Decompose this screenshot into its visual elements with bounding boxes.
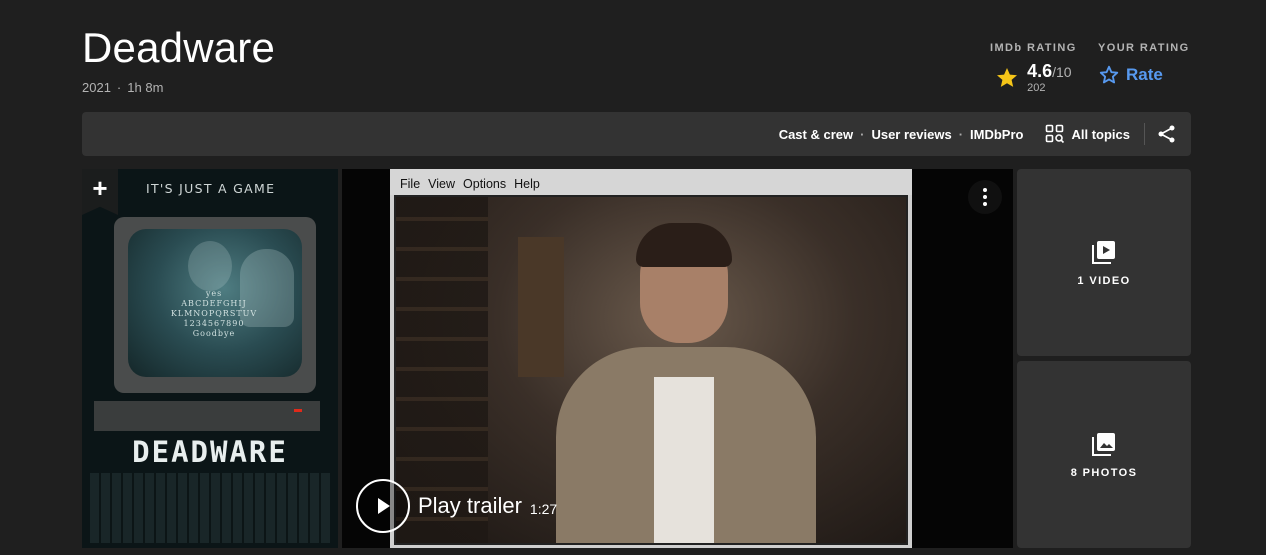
- poster-title: DEADWARE: [132, 435, 288, 469]
- share-icon[interactable]: [1157, 124, 1177, 144]
- play-trailer-label: Play trailer: [418, 493, 522, 518]
- all-topics-button[interactable]: All topics: [1045, 124, 1130, 144]
- play-trailer-button[interactable]: Play trailer 1:27: [356, 479, 557, 533]
- runtime: 1h 8m: [127, 80, 164, 95]
- menu-help: Help: [514, 177, 540, 191]
- trailer-player[interactable]: File View Options Help Play trailer 1:27: [342, 169, 1013, 548]
- page-title: Deadware: [82, 24, 276, 71]
- rate-button[interactable]: Rate: [1098, 64, 1190, 86]
- menu-options: Options: [463, 177, 507, 191]
- rate-label: Rate: [1126, 65, 1163, 84]
- cast-crew-link[interactable]: Cast & crew: [779, 127, 853, 142]
- star-icon: [997, 68, 1018, 87]
- video-more-options-button[interactable]: [968, 180, 1002, 214]
- play-icon: [356, 479, 410, 533]
- add-to-watchlist-button[interactable]: +: [82, 169, 118, 215]
- subnav-separator: ·: [958, 126, 964, 142]
- videos-tile[interactable]: 1 VIDEO: [1017, 169, 1191, 356]
- poster-tagline: IT'S JUST A GAME: [146, 181, 276, 196]
- release-year[interactable]: 2021: [82, 80, 111, 95]
- menu-view: View: [428, 177, 456, 191]
- videos-count: 1 VIDEO: [1077, 274, 1131, 287]
- video-library-icon: [1092, 240, 1115, 264]
- poster-monitor: yes ABCDEFGHIJ KLMNOPQRSTUV 1234567890 G…: [114, 217, 316, 393]
- photo-library-icon: [1092, 432, 1115, 456]
- photos-count: 8 PHOTOS: [1070, 466, 1138, 479]
- plus-icon: +: [92, 173, 108, 203]
- your-rating-block: YOUR RATING Rate: [1098, 42, 1190, 86]
- subnav-separator: ·: [860, 126, 865, 142]
- meta-separator: ·: [116, 80, 122, 95]
- user-reviews-link[interactable]: User reviews: [871, 127, 951, 142]
- imdb-rating-label: IMDb RATING: [990, 42, 1077, 54]
- ouija-board: yes ABCDEFGHIJ KLMNOPQRSTUV 1234567890 G…: [170, 289, 258, 338]
- subnav-divider: [1144, 123, 1145, 145]
- poster-image[interactable]: IT'S JUST A GAME yes ABCDEFGHIJ KLMNOPQR…: [82, 169, 338, 548]
- rating-max: /10: [1052, 64, 1072, 80]
- title-meta: 2021 · 1h 8m: [82, 80, 163, 95]
- poster-keyboard: [90, 473, 330, 543]
- menu-file: File: [400, 177, 421, 191]
- trailer-duration: 1:27: [529, 501, 558, 517]
- all-topics-label: All topics: [1071, 126, 1130, 142]
- rating-score: 4.6: [1027, 61, 1053, 81]
- star-outline-icon: [1099, 65, 1119, 84]
- imdbpro-link[interactable]: IMDbPro: [970, 127, 1023, 142]
- photos-tile[interactable]: 8 PHOTOS: [1017, 361, 1191, 548]
- imdb-rating-block[interactable]: IMDb RATING 4.6/10 202: [990, 42, 1077, 94]
- subnav-bar: Cast & crew · User reviews · IMDbPro All…: [82, 112, 1191, 156]
- rating-votes: 202: [1027, 82, 1046, 94]
- video-menubar: File View Options Help: [390, 169, 912, 195]
- all-topics-icon: [1046, 124, 1065, 144]
- your-rating-label: YOUR RATING: [1098, 42, 1190, 54]
